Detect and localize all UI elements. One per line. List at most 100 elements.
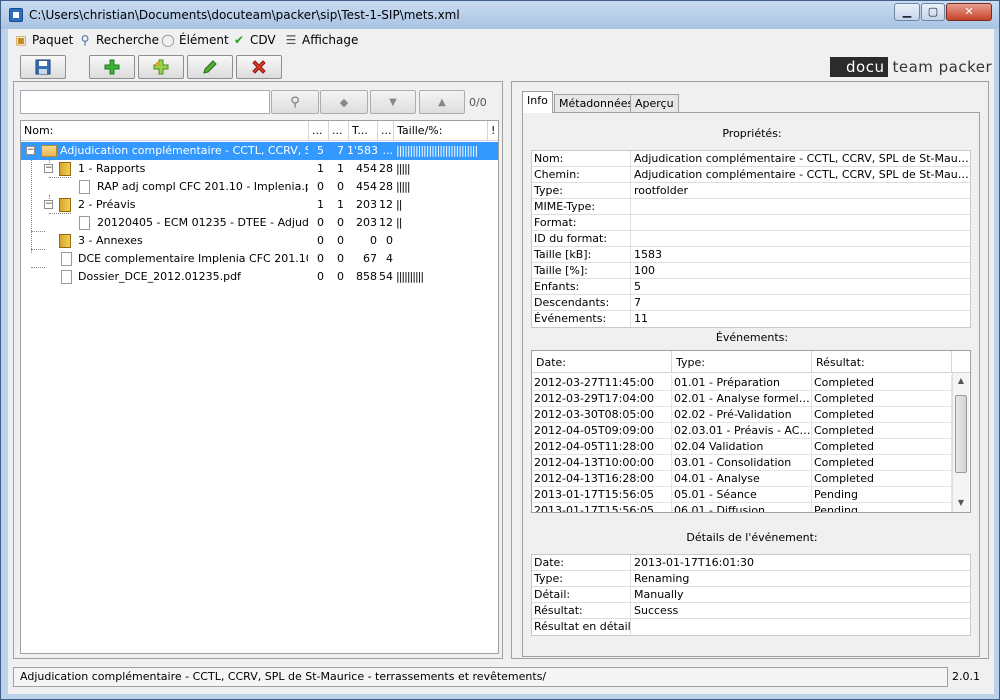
property-row[interactable]: Enfants: 5: [532, 279, 970, 295]
events-col-date[interactable]: Date:: [532, 351, 672, 373]
tree-row[interactable]: RAP adj compl CFC 201.10 - Implenia.pdf …: [21, 178, 498, 196]
event-date: 2012-03-30T08:05:00: [532, 407, 672, 423]
scroll-thumb[interactable]: [955, 395, 967, 473]
event-row[interactable]: 2012-03-29T17:04:00 02.01 - Analyse forme…: [532, 391, 952, 407]
col-sizebar-header[interactable]: Taille/%:: [394, 121, 488, 141]
add-multiple-button[interactable]: [138, 55, 184, 79]
events-table[interactable]: Date: Type: Résultat: 2012-03-27T11:45:0…: [531, 350, 971, 513]
scroll-down-icon[interactable]: ▼: [953, 495, 969, 511]
tree-row[interactable]: − 1 - Rapports 1 1 454 28 |||||: [21, 160, 498, 178]
previous-result-button[interactable]: ▲: [419, 90, 465, 114]
next-result-button[interactable]: ▼: [370, 90, 416, 114]
property-key: Taille [%]:: [532, 263, 631, 279]
tree-row-percent: 12: [379, 216, 393, 229]
menu-element[interactable]: ◯ Élément: [161, 32, 228, 48]
event-row[interactable]: 2013-01-17T15:56:05 06.01 - Diffusion Pend…: [532, 503, 952, 512]
collapse-icon[interactable]: −: [26, 146, 35, 155]
tree-table[interactable]: Nom: ... ... T... ... Taille/%: ! − Adju…: [20, 120, 499, 654]
property-row[interactable]: ID du format:: [532, 231, 970, 247]
search-button[interactable]: ⚲: [271, 90, 319, 114]
property-row[interactable]: Descendants: 7: [532, 295, 970, 311]
col-flag-header[interactable]: !: [488, 121, 498, 141]
menu-label: CDV: [250, 33, 276, 47]
event-detail-key: Date:: [532, 555, 631, 571]
property-value: Adjudication complémentaire - CCTL, CCRV…: [634, 168, 970, 181]
add-button[interactable]: [89, 55, 135, 79]
property-row[interactable]: Format:: [532, 215, 970, 231]
tree-row-name: Adjudication complémentaire - CCTL, CCRV…: [60, 144, 308, 157]
property-key: MIME-Type:: [532, 199, 631, 215]
col-percent-header[interactable]: ...: [378, 121, 394, 141]
delete-button[interactable]: [236, 55, 282, 79]
tree-row[interactable]: DCE complementaire Implenia CFC 201.10.d…: [21, 250, 498, 268]
pencil-icon: [203, 60, 217, 74]
tab-info[interactable]: Info: [522, 91, 553, 113]
menu-cdv[interactable]: ✔ CDV: [232, 32, 276, 48]
file-icon: [79, 180, 90, 194]
clear-search-button[interactable]: ◆: [320, 90, 368, 114]
edit-button[interactable]: [187, 55, 233, 79]
col-size-header[interactable]: T...: [349, 121, 378, 141]
event-detail-row[interactable]: Résultat en détail:: [532, 619, 970, 635]
events-col-type[interactable]: Type:: [672, 351, 812, 373]
close-button[interactable]: ✕: [946, 3, 992, 21]
col-name-header[interactable]: Nom:: [21, 121, 309, 141]
tree-row-children: 0: [317, 252, 324, 265]
event-detail-value: Renaming: [634, 572, 690, 585]
property-key: Descendants:: [532, 295, 631, 311]
tree-row[interactable]: Dossier_DCE_2012.01235.pdf 0 0 858 54 ||…: [21, 268, 498, 286]
search-input[interactable]: [20, 90, 270, 114]
magnifier-icon: ⚲: [80, 33, 90, 47]
tree-row-size: 0: [370, 234, 377, 247]
property-row[interactable]: Taille [%]: 100: [532, 263, 970, 279]
property-value: 11: [634, 312, 648, 325]
search-result-count: 0/0: [469, 96, 487, 109]
event-detail-row[interactable]: Détail: Manually: [532, 587, 970, 603]
menu-affichage[interactable]: ☰ Affichage: [284, 32, 359, 48]
title-bar[interactable]: C:\Users\christian\Documents\docuteam\pa…: [1, 1, 999, 29]
property-row[interactable]: Nom: Adjudication complémentaire - CCTL, …: [532, 151, 970, 167]
events-scrollbar[interactable]: ▲ ▼: [952, 373, 969, 512]
property-key: Format:: [532, 215, 631, 231]
app-window: C:\Users\christian\Documents\docuteam\pa…: [0, 0, 1000, 700]
tab-metadonnees[interactable]: Métadonnées: [554, 94, 639, 113]
tree-row[interactable]: − Adjudication complémentaire - CCTL, CC…: [21, 142, 498, 160]
event-row[interactable]: 2012-03-27T11:45:00 01.01 - Préparation Co…: [532, 375, 952, 391]
tree-row[interactable]: 3 - Annexes 0 0 0 0: [21, 232, 498, 250]
menu-paquet[interactable]: ▣ Paquet: [14, 32, 73, 48]
event-date: 2012-04-05T11:28:00: [532, 439, 672, 455]
tab-apercu[interactable]: Aperçu: [630, 94, 679, 113]
property-row[interactable]: Événements: 11: [532, 311, 970, 327]
menu-recherche[interactable]: ⚲ Recherche: [78, 32, 159, 48]
tree-row[interactable]: − 2 - Préavis 1 1 203 12 ||: [21, 196, 498, 214]
event-detail-row[interactable]: Date: 2013-01-17T16:01:30: [532, 555, 970, 571]
scroll-up-icon[interactable]: ▲: [953, 373, 969, 389]
event-result: Completed: [812, 471, 952, 487]
event-detail-row[interactable]: Type: Renaming: [532, 571, 970, 587]
property-key: Événements:: [532, 311, 631, 327]
events-col-result[interactable]: Résultat:: [812, 351, 952, 373]
col-children-header[interactable]: ...: [309, 121, 329, 141]
property-row[interactable]: Type: rootfolder: [532, 183, 970, 199]
event-detail-row[interactable]: Résultat: Success: [532, 603, 970, 619]
event-row[interactable]: 2012-03-30T08:05:00 02.02 - Pré-Validatio…: [532, 407, 952, 423]
event-row[interactable]: 2012-04-13T10:00:00 03.01 - Consolidation…: [532, 455, 952, 471]
event-row[interactable]: 2012-04-13T16:28:00 04.01 - Analyse Comple…: [532, 471, 952, 487]
collapse-icon[interactable]: −: [44, 164, 53, 173]
event-detail-key: Type:: [532, 571, 631, 587]
collapse-icon[interactable]: −: [44, 200, 53, 209]
property-row[interactable]: MIME-Type:: [532, 199, 970, 215]
event-row[interactable]: 2012-04-05T09:09:00 02.03.01 - Préavis - …: [532, 423, 952, 439]
event-details-grid: Date: 2013-01-17T16:01:30 Type: Renaming D…: [531, 554, 971, 636]
event-row[interactable]: 2013-01-17T15:56:05 05.01 - Séance Pending: [532, 487, 952, 503]
save-button[interactable]: [20, 55, 66, 79]
event-row[interactable]: 2012-04-05T11:28:00 02.04 Validation Compl…: [532, 439, 952, 455]
col-descendants-header[interactable]: ...: [329, 121, 349, 141]
binder-icon: [59, 234, 71, 248]
property-row[interactable]: Taille [kB]: 1583: [532, 247, 970, 263]
property-row[interactable]: Chemin: Adjudication complémentaire - CCT…: [532, 167, 970, 183]
maximize-button[interactable]: ▢: [921, 3, 945, 21]
tree-row[interactable]: 20120405 - ECM 01235 - DTEE - Adjudicati…: [21, 214, 498, 232]
tree-row-descendants: 7: [337, 144, 344, 157]
minimize-button[interactable]: ▁: [894, 3, 920, 21]
